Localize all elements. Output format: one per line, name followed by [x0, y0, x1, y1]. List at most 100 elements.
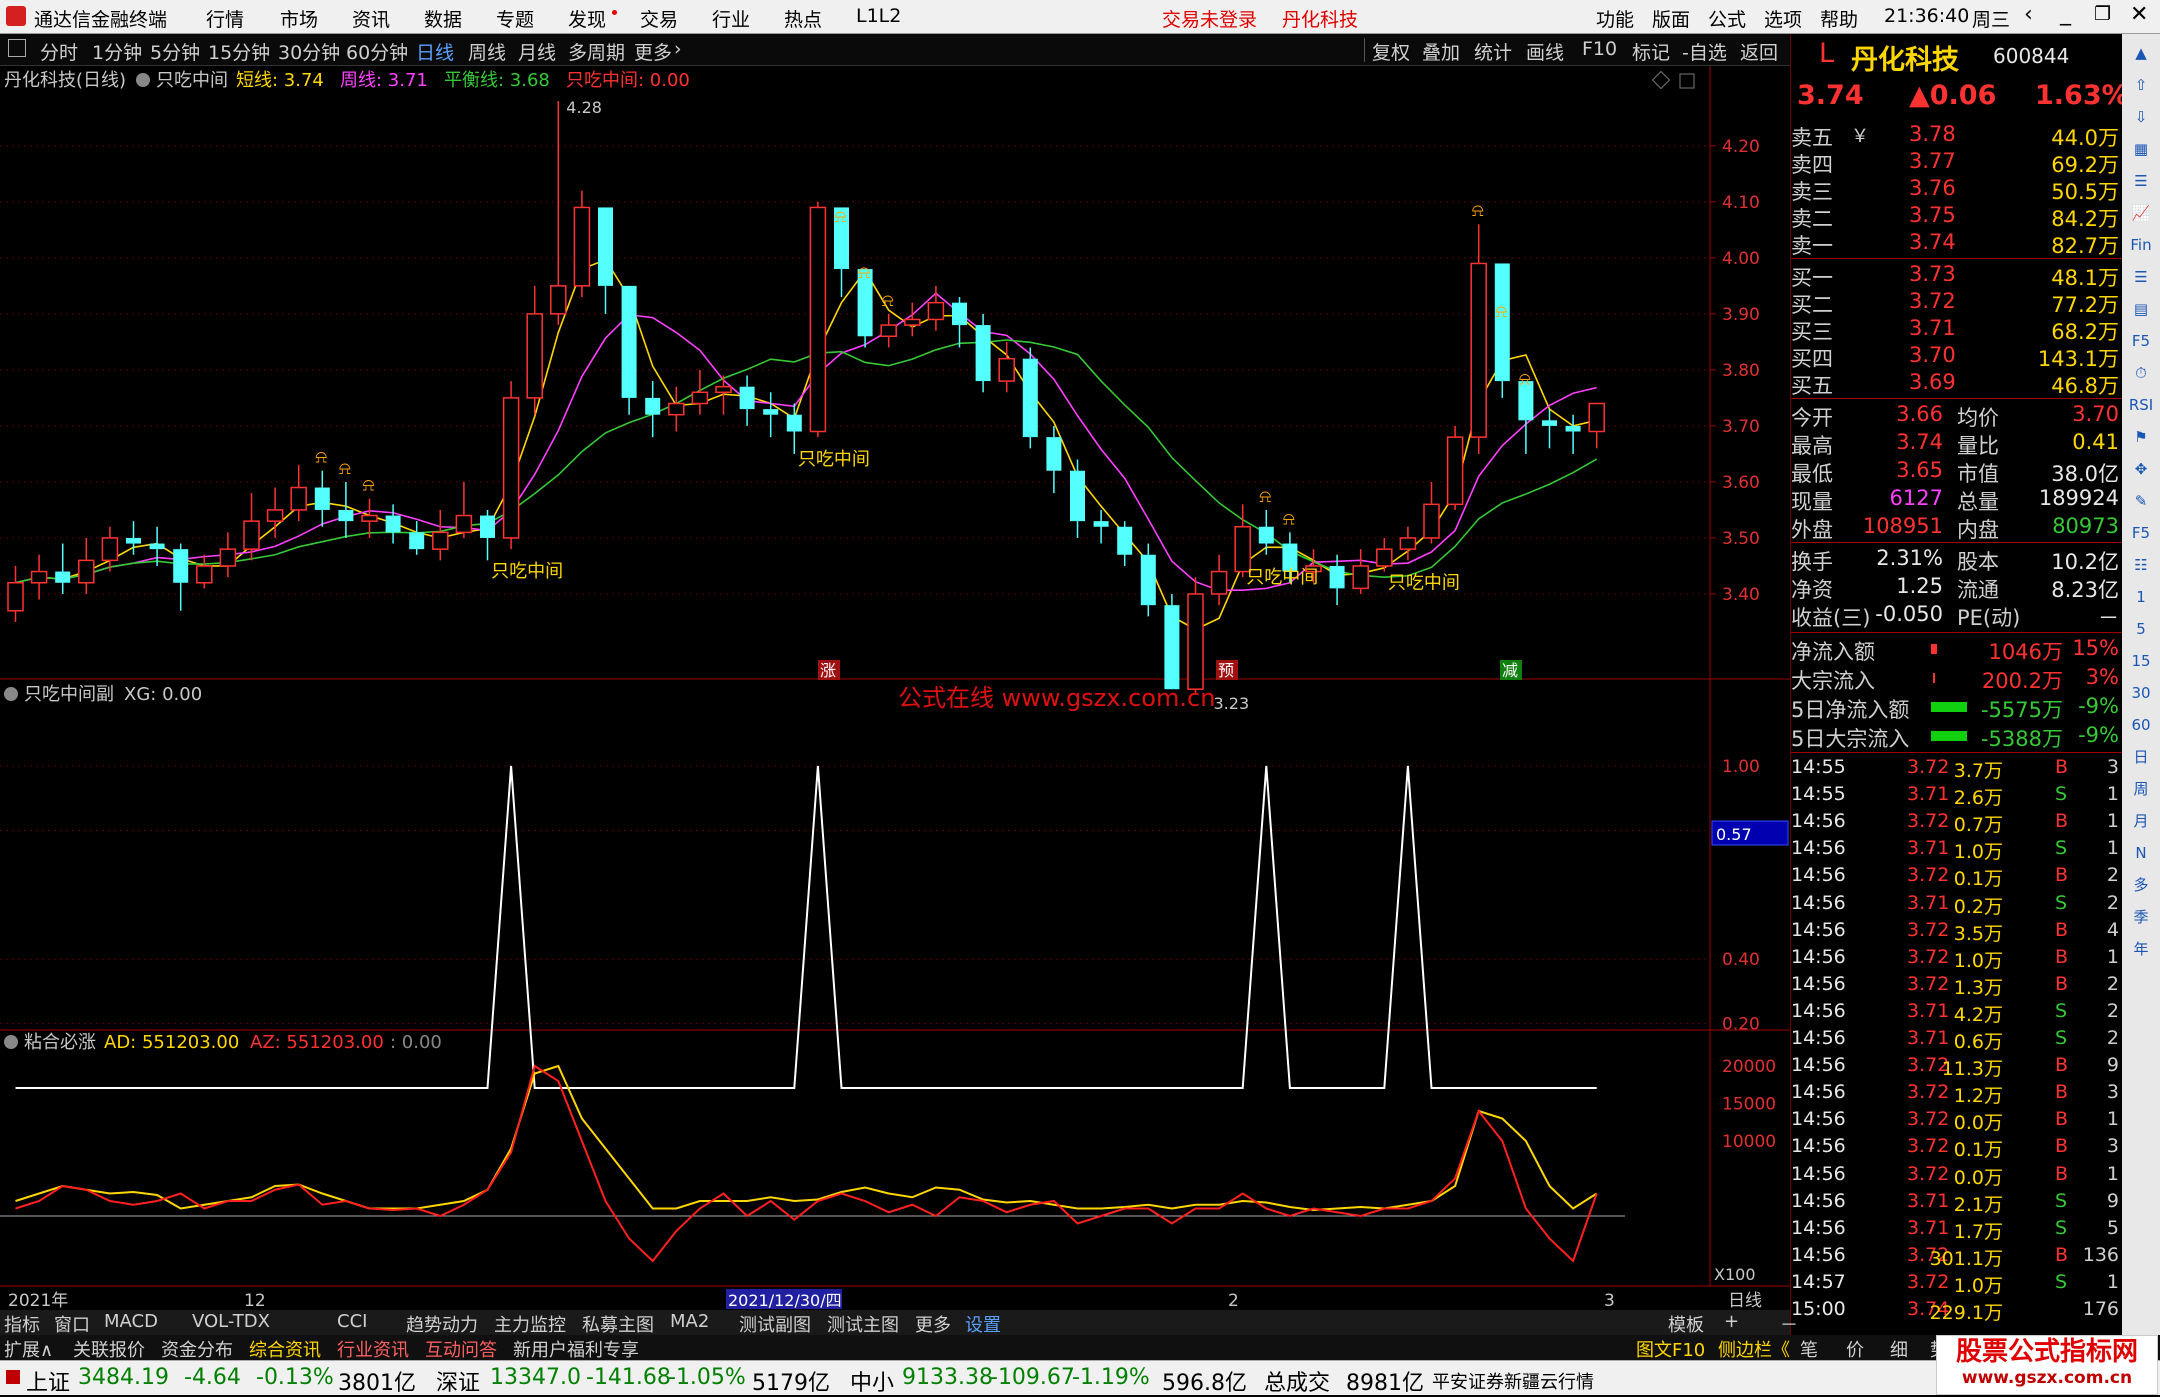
badge-zhang[interactable]: 涨: [820, 661, 836, 680]
side-tool-icon[interactable]: 季: [2126, 904, 2156, 930]
side-tool-icon[interactable]: 📈: [2126, 200, 2156, 226]
tool-zixuan[interactable]: -自选: [1682, 38, 1727, 65]
indicator-tab[interactable]: 主力监控: [494, 1311, 566, 1337]
side-tool-icon[interactable]: N: [2126, 840, 2156, 866]
period-30min[interactable]: 30分钟: [278, 38, 340, 65]
template-button[interactable]: +: [1724, 1311, 1739, 1332]
period-1min[interactable]: 1分钟: [92, 38, 142, 65]
period-multi[interactable]: 多周期: [568, 38, 625, 65]
indicator-tab[interactable]: 更多: [915, 1311, 951, 1337]
menu-gongshi[interactable]: 公式: [1708, 5, 1746, 32]
zx-label[interactable]: 中小: [850, 1365, 894, 1397]
menu-zhuanti[interactable]: 专题: [496, 5, 534, 32]
menu-bangzhu[interactable]: 帮助: [1820, 5, 1858, 32]
restore-icon[interactable]: ❐: [2094, 3, 2111, 25]
extension-tab[interactable]: 新用户福利专享: [513, 1336, 639, 1362]
panel-switch-tab[interactable]: 价: [1846, 1336, 1864, 1362]
panel-switch-tab[interactable]: 细: [1890, 1336, 1908, 1362]
side-tool-icon[interactable]: ▦: [2126, 136, 2156, 162]
side-tool-icon[interactable]: 15: [2126, 648, 2156, 674]
menu-banmian[interactable]: 版面: [1652, 5, 1690, 32]
side-tool-icon[interactable]: F5: [2126, 328, 2156, 354]
period-monthly[interactable]: 月线: [518, 38, 556, 65]
template-button[interactable]: －: [1780, 1311, 1798, 1337]
menu-shuju[interactable]: 数据: [424, 5, 462, 32]
tool-fuquan[interactable]: 复权: [1372, 38, 1410, 65]
side-tool-icon[interactable]: 1: [2126, 584, 2156, 610]
sh-label[interactable]: 上证: [26, 1365, 70, 1397]
tool-huaxian[interactable]: 画线: [1526, 38, 1564, 65]
menu-l1l2[interactable]: L1L2: [856, 5, 901, 27]
menu-hangye[interactable]: 行业: [712, 5, 750, 32]
side-tool-icon[interactable]: 周: [2126, 776, 2156, 802]
side-tool-icon[interactable]: ✥: [2126, 456, 2156, 482]
panel-switch-tab[interactable]: 笔: [1800, 1336, 1818, 1362]
side-tool-icon[interactable]: ☰: [2126, 168, 2156, 194]
panel-switch-tab[interactable]: 图文F10: [1636, 1336, 1705, 1362]
period-weekly[interactable]: 周线: [468, 38, 506, 65]
template-button[interactable]: 模板: [1668, 1311, 1704, 1337]
login-status[interactable]: 交易未登录: [1162, 5, 1257, 32]
side-tool-icon[interactable]: ☷: [2126, 552, 2156, 578]
menu-jiaoyi[interactable]: 交易: [640, 5, 678, 32]
indicator-tab[interactable]: 趋势动力: [406, 1311, 478, 1337]
close-icon[interactable]: ✕: [2130, 2, 2148, 27]
chevron-right-icon[interactable]: ›: [674, 38, 682, 60]
indicator-tab[interactable]: 私募主图: [582, 1311, 654, 1337]
expand-icon[interactable]: [1679, 73, 1695, 89]
period-daily[interactable]: 日线: [416, 38, 454, 65]
indicator-tab[interactable]: 指标: [4, 1311, 40, 1337]
tool-tongji[interactable]: 统计: [1474, 38, 1512, 65]
side-tool-icon[interactable]: 多: [2126, 872, 2156, 898]
side-tool-icon[interactable]: ☰: [2126, 264, 2156, 290]
minimize-icon[interactable]: _: [2060, 1, 2071, 26]
tool-f10[interactable]: F10: [1582, 38, 1617, 60]
side-tool-icon[interactable]: 日: [2126, 744, 2156, 770]
menu-zixun[interactable]: 资讯: [352, 5, 390, 32]
broker-name[interactable]: 平安证券新疆云行情: [1432, 1368, 1594, 1394]
chart-area[interactable]: 丹化科技(日线) 只吃中间 短线: 3.74 周线: 3.71 平衡线: 3.6…: [0, 66, 1790, 1310]
period-15min[interactable]: 15分钟: [208, 38, 270, 65]
panel-switch-tab[interactable]: 侧边栏《: [1718, 1336, 1790, 1362]
side-tool-icon[interactable]: RSI: [2126, 392, 2156, 418]
indicator-tab[interactable]: MACD: [104, 1311, 158, 1332]
menu-faxian[interactable]: 发现: [568, 5, 606, 32]
extension-tab[interactable]: 资金分布: [161, 1336, 233, 1362]
menu-gongneng[interactable]: 功能: [1596, 5, 1634, 32]
indicator-tab[interactable]: 测试副图: [739, 1311, 811, 1337]
side-tool-icon[interactable]: ⇩: [2126, 104, 2156, 130]
period-60min[interactable]: 60分钟: [346, 38, 408, 65]
indicator-tab[interactable]: 设置: [965, 1311, 1001, 1337]
extension-tab[interactable]: 互动问答: [425, 1336, 497, 1362]
menu-redian[interactable]: 热点: [784, 5, 822, 32]
side-tool-icon[interactable]: ✎: [2126, 488, 2156, 514]
tool-biaoji[interactable]: 标记: [1632, 38, 1670, 65]
side-tool-icon[interactable]: 月: [2126, 808, 2156, 834]
side-tool-icon[interactable]: ⚑: [2126, 424, 2156, 450]
extension-tab[interactable]: 行业资讯: [337, 1336, 409, 1362]
side-tool-icon[interactable]: 60: [2126, 712, 2156, 738]
side-tool-icon[interactable]: ▤: [2126, 296, 2156, 322]
toggle-panel-icon[interactable]: [8, 39, 26, 57]
tool-fanhui[interactable]: 返回: [1740, 38, 1778, 65]
menu-hangqing[interactable]: 行情: [206, 5, 244, 32]
side-tool-icon[interactable]: ▲: [2126, 40, 2156, 66]
period-more[interactable]: 更多: [634, 38, 672, 65]
period-fenshi[interactable]: 分时: [40, 38, 78, 65]
badge-jian[interactable]: 减: [1502, 661, 1518, 680]
sz-label[interactable]: 深证: [436, 1365, 480, 1397]
indicator-tab[interactable]: VOL-TDX: [192, 1311, 270, 1332]
side-tool-icon[interactable]: ⇧: [2126, 72, 2156, 98]
period-5min[interactable]: 5分钟: [150, 38, 200, 65]
sub1-settings-icon[interactable]: [4, 687, 18, 701]
back-icon[interactable]: ‹: [2024, 2, 2033, 27]
badge-yu[interactable]: 预: [1218, 661, 1234, 680]
extension-tab[interactable]: 关联报价: [73, 1336, 145, 1362]
tool-diejia[interactable]: 叠加: [1422, 38, 1460, 65]
indicator-tab[interactable]: CCI: [337, 1311, 367, 1332]
side-tool-icon[interactable]: ⏱: [2126, 360, 2156, 386]
formula-settings-icon[interactable]: [136, 73, 150, 87]
diamond-icon[interactable]: [1651, 70, 1671, 90]
extension-tab[interactable]: 综合资讯: [249, 1336, 321, 1362]
indicator-tab[interactable]: 测试主图: [827, 1311, 899, 1337]
